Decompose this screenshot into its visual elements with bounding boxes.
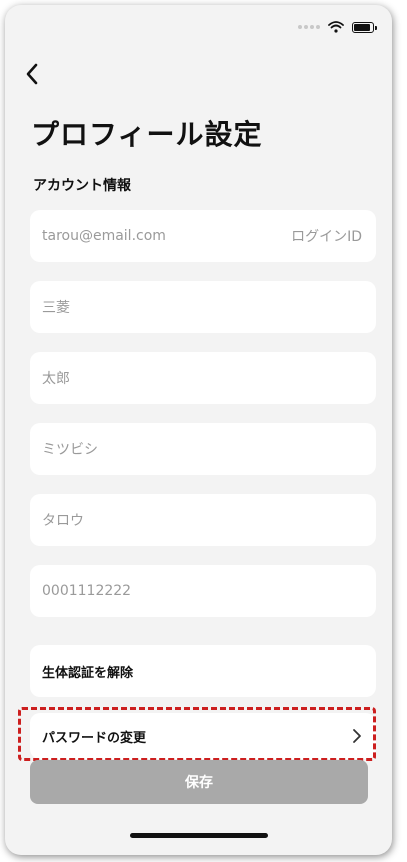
wifi-icon [328,21,344,33]
first-name-field[interactable]: 太郎 [30,352,376,404]
battery-icon [352,21,377,33]
section-label-account: アカウント情報 [33,178,131,194]
login-id-value: tarou@email.com [42,228,166,244]
phone-number-field[interactable]: 0001112222 [30,565,376,617]
first-name-value: 太郎 [42,371,70,387]
back-button[interactable] [19,61,45,87]
home-indicator [130,833,268,838]
phone-number-value: 0001112222 [42,583,132,599]
first-name-kana-field[interactable]: タロウ [30,494,376,546]
phone-screen: プロフィール設定 アカウント情報 tarou@email.com ログインID … [5,5,392,855]
last-name-value: 三菱 [42,300,70,316]
page-title: プロフィール設定 [31,118,263,151]
status-bar [298,21,377,33]
chevron-left-icon [26,63,38,85]
last-name-kana-value: ミツビシ [42,442,98,458]
signal-dots-icon [298,25,320,29]
highlight-annotation [18,707,376,761]
biometric-unlock-row[interactable]: 生体認証を解除 [30,645,376,697]
last-name-field[interactable]: 三菱 [30,281,376,333]
login-id-suffix: ログインID [291,229,362,245]
last-name-kana-field[interactable]: ミツビシ [30,423,376,475]
save-button[interactable]: 保存 [30,760,368,804]
login-id-field[interactable]: tarou@email.com ログインID [30,210,376,262]
first-name-kana-value: タロウ [42,513,84,529]
biometric-unlock-label: 生体認証を解除 [42,665,134,681]
